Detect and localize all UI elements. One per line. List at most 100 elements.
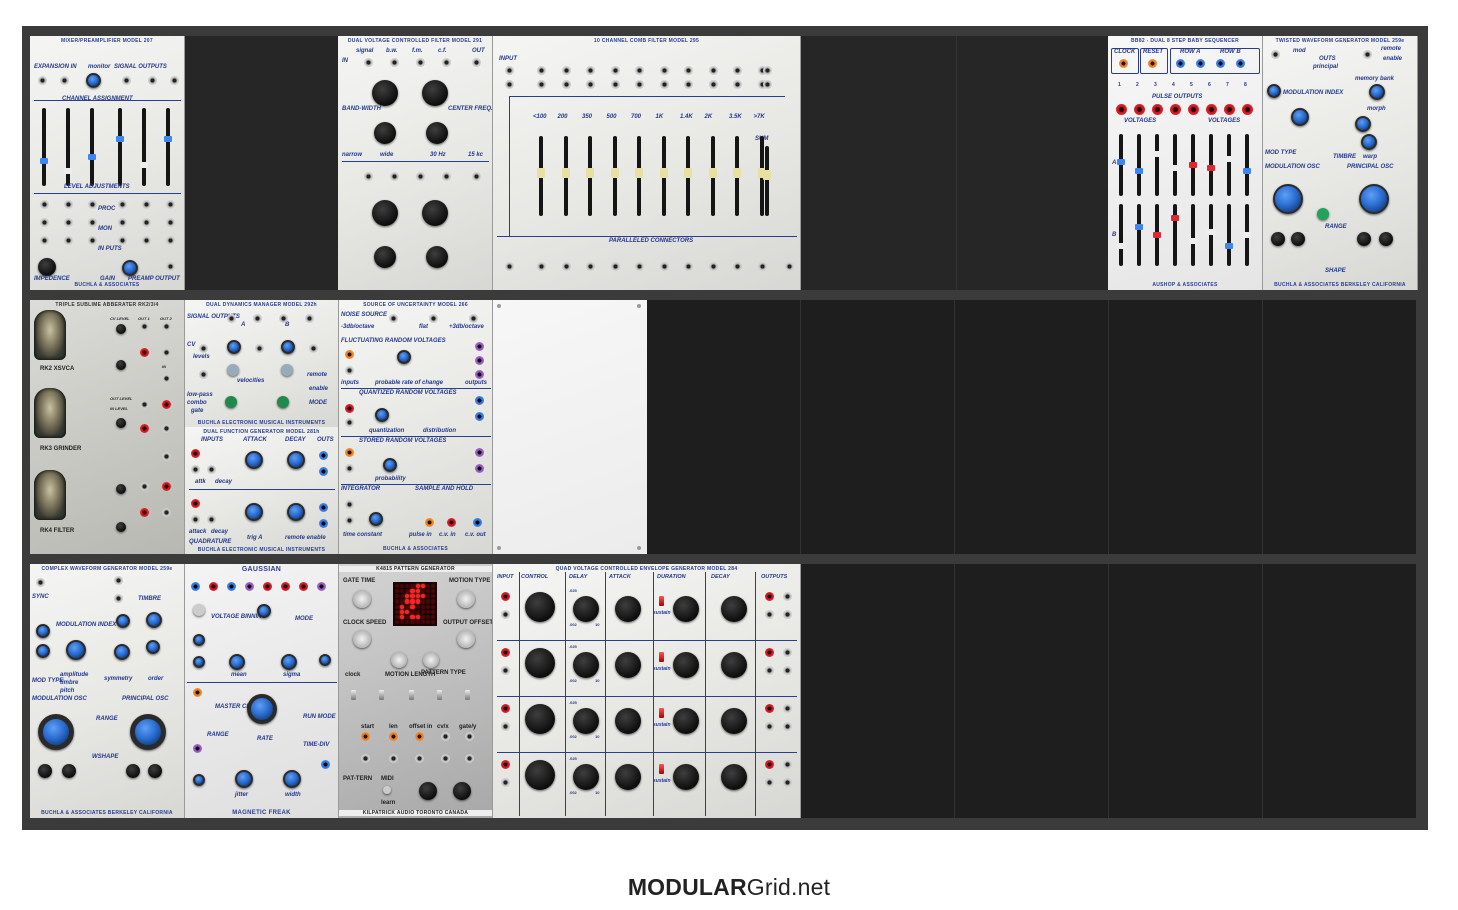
bandwidth-knob[interactable]: [372, 80, 398, 106]
jack[interactable]: [635, 80, 644, 89]
decay-knob[interactable]: [287, 451, 305, 469]
attack-knob[interactable]: [245, 503, 263, 521]
jack[interactable]: [319, 467, 328, 476]
clock-jack[interactable]: [1119, 59, 1128, 68]
jack[interactable]: [472, 172, 481, 181]
quantization-knob[interactable]: [375, 408, 389, 422]
jack[interactable]: [345, 464, 354, 473]
jack[interactable]: [255, 344, 264, 353]
jack[interactable]: [610, 80, 620, 89]
sustain-switch[interactable]: [659, 652, 664, 662]
jack[interactable]: [561, 66, 571, 75]
module-pattern-generator[interactable]: K4815 PATTERN GENERATOR GATE TIME MOTION…: [339, 564, 493, 818]
knob[interactable]: [36, 644, 50, 658]
pulse-output-jack[interactable]: [1152, 104, 1163, 115]
jack[interactable]: [763, 66, 772, 75]
jack[interactable]: [361, 732, 370, 741]
slider-cap[interactable]: [1153, 232, 1161, 238]
jack[interactable]: [305, 314, 314, 323]
jack[interactable]: [118, 236, 127, 245]
slider-cap[interactable]: [1117, 159, 1125, 166]
sustain-switch[interactable]: [659, 708, 664, 718]
output-jack[interactable]: [765, 592, 774, 601]
jack[interactable]: [659, 80, 669, 89]
jack[interactable]: [425, 518, 434, 527]
jack[interactable]: [364, 58, 373, 67]
jack[interactable]: [245, 582, 254, 591]
jack[interactable]: [733, 262, 742, 271]
slider-cap[interactable]: [1153, 150, 1161, 157]
slider-cap[interactable]: [708, 168, 717, 178]
attack-knob[interactable]: [615, 652, 641, 678]
jack[interactable]: [635, 262, 644, 271]
mean-knob[interactable]: [229, 654, 245, 670]
step-slider-b[interactable]: [1119, 204, 1123, 266]
knob[interactable]: [193, 656, 205, 668]
slider-cap[interactable]: [659, 168, 668, 178]
jack[interactable]: [505, 262, 514, 271]
attack-knob[interactable]: [615, 764, 641, 790]
step-slider-a[interactable]: [1245, 134, 1249, 196]
jack[interactable]: [361, 754, 370, 763]
jack[interactable]: [469, 314, 478, 323]
step-slider-a[interactable]: [1155, 134, 1159, 196]
slider-cap[interactable]: [610, 168, 619, 178]
jack[interactable]: [140, 424, 149, 433]
jack[interactable]: [122, 76, 131, 85]
step-slider-b[interactable]: [1191, 204, 1195, 266]
slider-cap[interactable]: [586, 168, 594, 178]
jack[interactable]: [191, 465, 200, 474]
jack[interactable]: [416, 58, 425, 67]
jack[interactable]: [40, 200, 49, 209]
bandwidth-knob[interactable]: [372, 200, 398, 226]
velocity-knob[interactable]: [281, 364, 293, 376]
input-jack-large[interactable]: [38, 258, 56, 276]
jack[interactable]: [429, 314, 438, 323]
jack[interactable]: [279, 314, 288, 323]
knob[interactable]: [319, 654, 331, 666]
jack[interactable]: [505, 80, 514, 89]
jack[interactable]: [118, 200, 127, 209]
jack[interactable]: [321, 760, 330, 769]
output-jack[interactable]: [783, 704, 792, 713]
gain-knob[interactable]: [122, 260, 138, 276]
jack[interactable]: [1216, 59, 1225, 68]
attack-knob[interactable]: [245, 451, 263, 469]
jack[interactable]: [60, 76, 69, 85]
decay-knob[interactable]: [721, 596, 747, 622]
bandwidth-knob[interactable]: [374, 246, 396, 268]
jack[interactable]: [319, 451, 328, 460]
pulse-output-jack[interactable]: [1242, 104, 1253, 115]
morph-knob[interactable]: [1355, 116, 1371, 132]
jack[interactable]: [299, 582, 308, 591]
principal-osc-knob[interactable]: [1359, 184, 1389, 214]
jack[interactable]: [166, 262, 175, 271]
jack[interactable]: [475, 464, 484, 473]
pulse-output-jack[interactable]: [1116, 104, 1127, 115]
slider-cap[interactable]: [1225, 156, 1233, 163]
jack[interactable]: [475, 396, 484, 405]
jack[interactable]: [193, 688, 202, 697]
control-knob[interactable]: [525, 648, 555, 678]
jack[interactable]: [193, 744, 202, 753]
motion-length-knob[interactable]: [391, 652, 407, 668]
knob[interactable]: [116, 484, 126, 494]
jack[interactable]: [389, 314, 398, 323]
jack[interactable]: [191, 582, 200, 591]
jack[interactable]: [635, 66, 644, 75]
input-jack[interactable]: [501, 760, 510, 769]
jack[interactable]: [162, 508, 171, 517]
jack[interactable]: [317, 582, 326, 591]
jack[interactable]: [345, 366, 354, 375]
module-triple-sublime-abberater[interactable]: TRIPLE SUBLIME ABBERATER RK2/3/4 RK2 XSV…: [30, 300, 185, 554]
module-dual-dynamics-manager[interactable]: DUAL DYNAMICS MANAGER MODEL 292h SIGNAL …: [185, 300, 339, 427]
knob[interactable]: [1379, 232, 1393, 246]
jack[interactable]: [40, 218, 49, 227]
jack[interactable]: [389, 732, 398, 741]
jack[interactable]: [537, 66, 546, 75]
pulse-output-jack[interactable]: [1206, 104, 1217, 115]
output-jack[interactable]: [765, 760, 774, 769]
control-knob[interactable]: [525, 704, 555, 734]
jack[interactable]: [199, 344, 208, 353]
delay-knob[interactable]: [573, 596, 599, 622]
